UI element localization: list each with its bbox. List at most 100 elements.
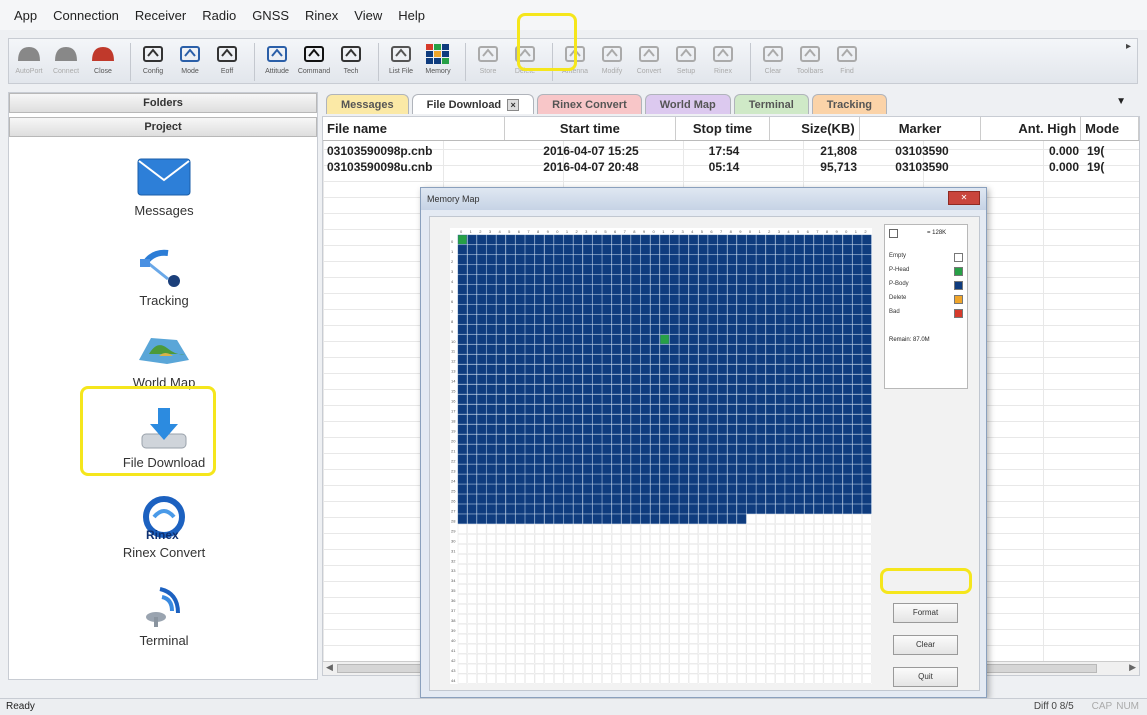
memory-block <box>515 394 525 405</box>
toolbar-rinex-button[interactable]: Rinex <box>707 41 739 83</box>
tab-rinex-convert[interactable]: Rinex Convert <box>537 94 642 114</box>
project-item-tracking[interactable]: Tracking <box>9 243 319 308</box>
menu-connection[interactable]: Connection <box>45 4 127 27</box>
toolbar-modify-button[interactable]: Modify <box>596 41 628 83</box>
menu-receiver[interactable]: Receiver <box>127 4 194 27</box>
memory-block <box>842 544 853 554</box>
toolbar-delete-button[interactable]: Delete <box>509 41 541 83</box>
column-header[interactable]: Size(KB) <box>770 117 860 140</box>
column-index-label: 7 <box>816 229 819 234</box>
memory-block <box>785 504 795 514</box>
column-header[interactable]: Mode <box>1081 117 1139 140</box>
memory-block <box>775 344 785 355</box>
memory-block <box>592 603 602 614</box>
memory-block <box>573 314 583 325</box>
memory-block <box>679 284 689 295</box>
close-tab-icon[interactable]: × <box>507 99 520 112</box>
project-item-file-download[interactable]: File Download <box>9 405 319 470</box>
memory-block <box>794 484 805 494</box>
project-item-terminal[interactable]: Terminal <box>9 583 319 648</box>
tab-tracking[interactable]: Tracking <box>811 94 888 114</box>
memory-block <box>698 314 708 325</box>
project-item-messages[interactable]: Messages <box>9 153 319 218</box>
dialog-title[interactable]: Memory Map <box>421 188 986 210</box>
toolbar-setup-button[interactable]: Setup <box>670 41 702 83</box>
toolbar-eoff-button[interactable]: Eoff <box>211 41 243 83</box>
memory-block <box>563 284 573 295</box>
toolbar-connect-button[interactable]: Connect <box>50 41 82 83</box>
memory-block <box>457 374 468 385</box>
memory-block <box>823 294 833 305</box>
toolbar-memory-button[interactable]: Memory <box>422 41 454 83</box>
memory-block <box>862 434 872 444</box>
toolbar-antenna-button[interactable]: Antenna <box>559 41 591 83</box>
memory-block <box>794 324 805 335</box>
project-item-world-map[interactable]: World Map <box>9 325 319 390</box>
tabs-dropdown-icon[interactable]: ▼ <box>1116 96 1126 107</box>
toolbar-command-button[interactable]: Command <box>298 41 330 83</box>
memory-block <box>534 414 545 424</box>
memory-block <box>486 344 496 355</box>
table-row[interactable]: 03103590098u.cnb 2016-04-07 20:48 05:14 … <box>323 159 1139 175</box>
memory-block <box>477 564 487 574</box>
toolbar-clear-button[interactable]: Clear <box>757 41 789 83</box>
memory-block <box>852 524 862 534</box>
memory-block <box>688 444 699 454</box>
tab-messages[interactable]: Messages <box>326 94 409 114</box>
memory-block <box>679 414 689 424</box>
memory-block <box>804 334 814 345</box>
memory-block <box>775 574 785 584</box>
memory-block <box>814 394 824 405</box>
memory-block <box>852 294 862 305</box>
project-header[interactable]: Project <box>9 117 317 137</box>
toolbar-attitude-button[interactable]: Attitude <box>261 41 293 83</box>
toolbar-overflow-icon[interactable]: ▸ <box>1126 41 1131 52</box>
toolbar-store-button[interactable]: Store <box>472 41 504 83</box>
memory-block <box>563 594 573 604</box>
toolbar-tech-button[interactable]: Tech <box>335 41 367 83</box>
menu-help[interactable]: Help <box>390 4 433 27</box>
toolbar-find-button[interactable]: Find <box>831 41 863 83</box>
tab-file-download[interactable]: File Download × <box>411 94 535 114</box>
quit-button[interactable]: Quit <box>893 667 958 687</box>
column-header[interactable]: Ant. High <box>981 117 1082 140</box>
toolbar-close-button[interactable]: Close <box>87 41 119 83</box>
memory-block <box>785 494 795 504</box>
memory-block <box>794 454 805 464</box>
memory-block <box>814 603 824 614</box>
menu-radio[interactable]: Radio <box>194 4 244 27</box>
menu-view[interactable]: View <box>346 4 390 27</box>
memory-block <box>525 454 535 464</box>
tab-world-map[interactable]: World Map <box>644 94 731 114</box>
scroll-left-icon[interactable]: ◀ <box>326 662 333 673</box>
menu-gnss[interactable]: GNSS <box>244 4 297 27</box>
toolbar-list-file-button[interactable]: List File <box>385 41 417 83</box>
toolbar-mode-button[interactable]: Mode <box>174 41 206 83</box>
toolbar-convert-button[interactable]: Convert <box>633 41 665 83</box>
column-header[interactable]: Stop time <box>676 117 770 140</box>
memory-block <box>477 534 487 544</box>
memory-block <box>602 514 612 524</box>
folders-header[interactable]: Folders <box>9 93 317 113</box>
clear-button[interactable]: Clear <box>893 635 958 655</box>
memory-block <box>515 274 525 285</box>
column-header[interactable]: Marker <box>860 117 982 140</box>
memory-block <box>708 234 718 245</box>
toolbar-config-button[interactable]: Config <box>137 41 169 83</box>
memory-block <box>621 554 631 564</box>
tab-terminal[interactable]: Terminal <box>733 94 809 114</box>
column-header[interactable]: Start time <box>505 117 677 140</box>
dialog-close-icon[interactable]: ✕ <box>948 191 980 205</box>
menu-rinex[interactable]: Rinex <box>297 4 346 27</box>
toolbar-toolbars-button[interactable]: Toolbars <box>794 41 826 83</box>
memory-block <box>746 603 756 614</box>
toolbar-button-label: Find <box>840 68 854 75</box>
menu-app[interactable]: App <box>6 4 45 27</box>
format-button[interactable]: Format <box>893 603 958 623</box>
project-item-rinex-convert[interactable]: Rinex Rinex Convert <box>9 495 319 560</box>
table-row[interactable]: 03103590098p.cnb 2016-04-07 15:25 17:54 … <box>323 143 1139 159</box>
toolbar-autoport-button[interactable]: AutoPort <box>13 41 45 83</box>
column-header[interactable]: File name <box>323 117 505 140</box>
memory-block <box>659 504 670 514</box>
scroll-right-icon[interactable]: ▶ <box>1129 662 1136 673</box>
